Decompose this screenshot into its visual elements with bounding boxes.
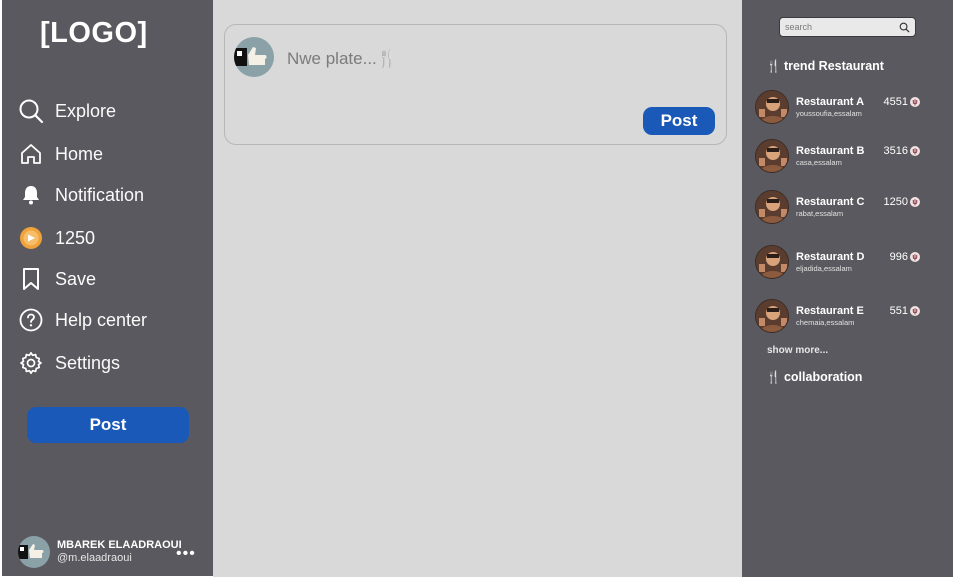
restaurant-name: Restaurant E (796, 305, 864, 317)
fork-knife-icon: 🍴 (766, 59, 781, 73)
restaurant-avatar (755, 190, 789, 224)
search-input[interactable] (785, 22, 895, 32)
current-user[interactable]: MBAREK ELAADRAOUI @m.elaadraoui (18, 536, 182, 568)
nav-item-settings[interactable]: Settings (18, 348, 120, 378)
user-name: MBAREK ELAADRAOUI (57, 539, 182, 551)
search-icon (18, 98, 44, 124)
bookmark-icon (18, 266, 44, 292)
avatar (234, 37, 274, 77)
coin-icon: ψ (910, 306, 920, 316)
restaurant-avatar (755, 299, 789, 333)
new-plate-input[interactable] (287, 47, 707, 71)
nav-label-explore: Explore (55, 100, 117, 121)
avatar (18, 536, 50, 568)
nav-item-points[interactable]: 1250 (18, 223, 95, 253)
post-composer: Post (224, 24, 727, 145)
restaurant-name: Restaurant B (796, 145, 865, 157)
right-sidebar: 🍴 trend Restaurant Restaurant A youssouf… (742, 0, 953, 577)
nav-item-home[interactable]: Home (18, 139, 103, 169)
show-more-link[interactable]: show more... (767, 345, 828, 356)
gear-icon (18, 350, 44, 376)
restaurant-score: 996 ψ (890, 251, 920, 263)
score-value: 4551 (883, 96, 908, 108)
restaurant-score: 551 ψ (890, 305, 920, 317)
left-sidebar: [LOGO] Explore Home Notification 1250 Sa… (2, 0, 213, 576)
restaurant-item[interactable]: Restaurant E chemaia,essalam 551 ψ (755, 299, 920, 335)
collaboration-title: collaboration (783, 370, 863, 384)
restaurant-avatar (755, 139, 789, 173)
post-button[interactable]: Post (643, 107, 715, 135)
restaurant-name: Restaurant A (796, 96, 865, 108)
coin-icon: ψ (910, 97, 920, 107)
restaurant-name: Restaurant D (796, 251, 865, 263)
coin-icon (18, 225, 44, 251)
restaurant-location: chemaia,essalam (796, 318, 855, 327)
main-feed: Post (213, 0, 742, 577)
trend-restaurant-title: trend Restaurant (783, 59, 884, 73)
nav-label-save: Save (55, 268, 97, 289)
app-frame: [LOGO] Explore Home Notification 1250 Sa… (0, 0, 953, 577)
nav-item-explore[interactable]: Explore (18, 96, 116, 126)
restaurant-location: eljadida,essalam (796, 264, 852, 273)
restaurant-avatar (755, 245, 789, 279)
nav-label-notification: Notification (55, 184, 145, 205)
home-icon (18, 141, 44, 167)
nav-item-save[interactable]: Save (18, 264, 96, 294)
restaurant-item[interactable]: Restaurant C rabat,essalam 1250 ψ (755, 190, 920, 226)
fork-knife-icon: 🍴 (766, 370, 781, 384)
score-value: 551 (889, 305, 908, 317)
user-handle: @m.elaadraoui (57, 552, 132, 564)
coin-icon: ψ (910, 197, 920, 207)
collaboration-heading: 🍴 collaboration (766, 370, 862, 384)
coin-icon: ψ (910, 146, 920, 156)
score-value: 3516 (883, 145, 908, 157)
nav-label-home: Home (55, 143, 104, 164)
restaurant-name: Restaurant C (796, 196, 865, 208)
restaurant-avatar (755, 90, 789, 124)
points-count: 1250 (55, 227, 96, 248)
help-icon (18, 307, 44, 333)
coin-icon: ψ (910, 252, 920, 262)
restaurant-score: 4551 ψ (884, 96, 920, 108)
restaurant-location: casa,essalam (796, 158, 842, 167)
sidebar-post-button[interactable]: Post (27, 407, 189, 443)
trend-restaurant-heading: 🍴 trend Restaurant (766, 59, 884, 73)
restaurant-score: 1250 ψ (884, 196, 920, 208)
restaurant-item[interactable]: Restaurant A youssoufia,essalam 4551 ψ (755, 90, 920, 126)
nav-item-help-center[interactable]: Help center (18, 305, 147, 335)
restaurant-item[interactable]: Restaurant D eljadida,essalam 996 ψ (755, 245, 920, 281)
nav-label-settings: Settings (55, 352, 121, 373)
nav-item-notification[interactable]: Notification (18, 180, 144, 210)
bell-icon (18, 182, 44, 208)
nav-label-help-center: Help center (55, 309, 148, 330)
score-value: 996 (889, 251, 908, 263)
restaurant-location: youssoufia,essalam (796, 109, 862, 118)
score-value: 1250 (883, 196, 908, 208)
search-icon[interactable] (899, 22, 910, 33)
restaurant-score: 3516 ψ (884, 145, 920, 157)
restaurant-location: rabat,essalam (796, 209, 844, 218)
app-logo[interactable]: [LOGO] (40, 17, 148, 50)
search-box[interactable] (779, 17, 916, 37)
restaurant-item[interactable]: Restaurant B casa,essalam 3516 ψ (755, 139, 920, 175)
more-options-icon[interactable]: ••• (176, 545, 196, 563)
